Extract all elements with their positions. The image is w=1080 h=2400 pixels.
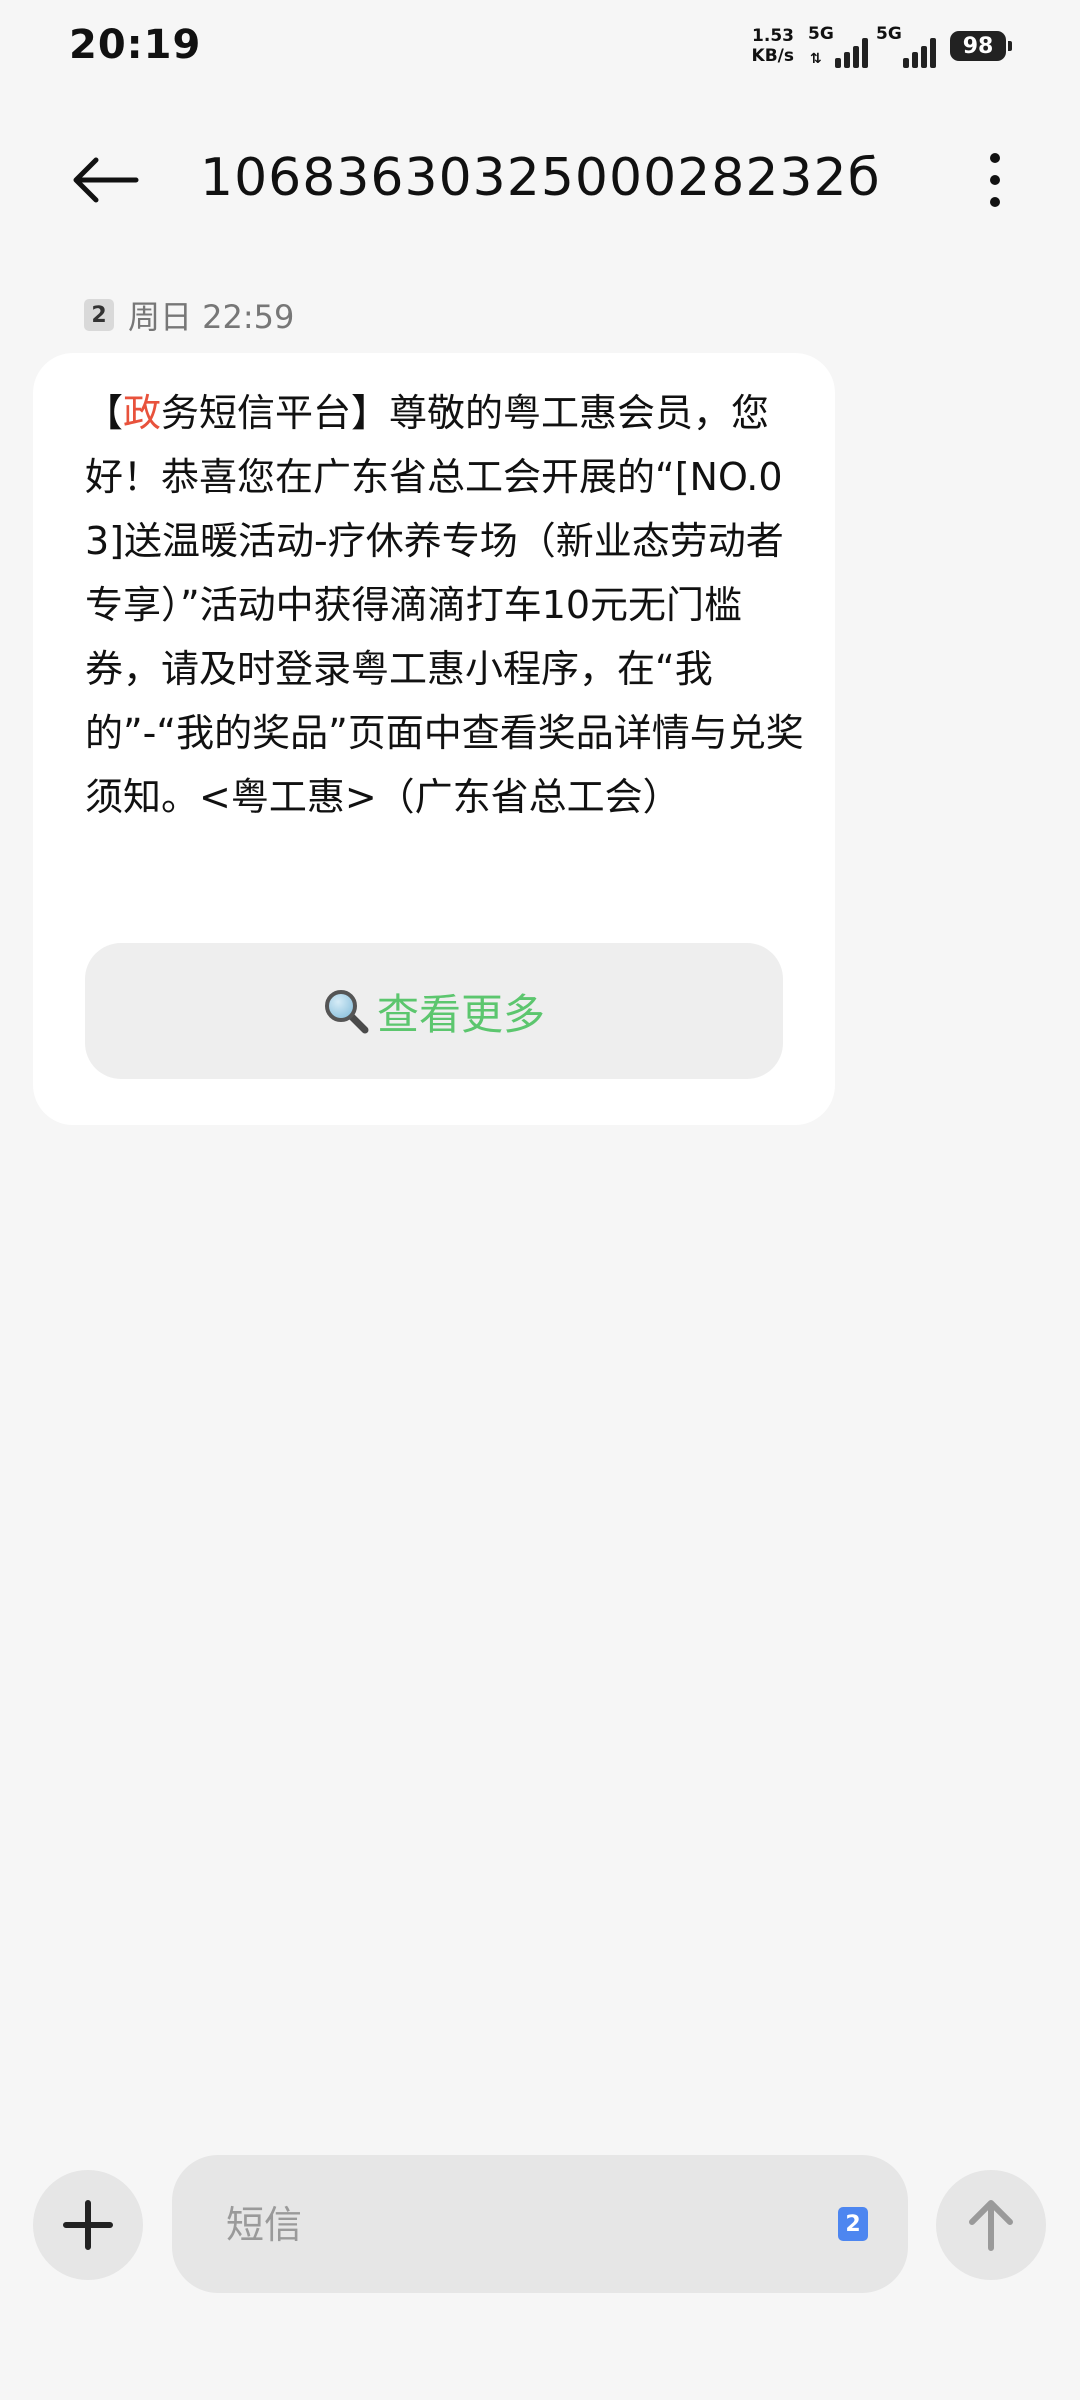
sim-switch-button[interactable]: 2 [838, 2207, 868, 2241]
network-speed-unit: KB/s [751, 46, 794, 66]
conversation-header: 1068363032500028232б [0, 130, 1080, 230]
message-timestamp: 周日 22:59 [128, 298, 295, 336]
message-bubble[interactable]: 【政务短信平台】尊敬的粤工惠会员，您好！恭喜您在广东省总工会开展的“[NO.03… [33, 353, 835, 1125]
sim2-network-label: 5G [876, 24, 902, 44]
view-more-label: 查看更多 [376, 989, 545, 1039]
sim-badge: 2 [84, 299, 114, 331]
plus-icon [63, 2200, 113, 2250]
status-bar: 20:19 1.53 KB/s 5G ⇅ 5G 98 [0, 0, 1080, 100]
message-meta: 2 周日 22:59 [84, 292, 294, 338]
magnifier-icon [324, 990, 369, 1034]
arrow-left-icon [73, 157, 139, 203]
sender-number: 1068363032500028232б [200, 148, 881, 208]
message-input-box[interactable]: 2 [172, 2155, 908, 2293]
message-body: 务短信平台】尊敬的粤工惠会员，您好！恭喜您在广东省总工会开展的“[NO.03]送… [85, 391, 804, 819]
back-button[interactable] [60, 140, 150, 220]
signal-sim1-icon: 5G ⇅ [808, 24, 868, 68]
more-options-button[interactable] [960, 140, 1030, 220]
message-bracket: 【 [85, 391, 124, 435]
view-more-button[interactable]: 查看更多 [85, 943, 783, 1079]
battery-icon: 98 [950, 31, 1012, 61]
status-indicators: 1.53 KB/s 5G ⇅ 5G 98 [752, 24, 1012, 68]
message-highlight: 政 [123, 391, 162, 435]
send-button[interactable] [936, 2170, 1046, 2280]
sim1-network-label: 5G [808, 24, 834, 44]
signal-sim2-icon: 5G [876, 24, 936, 68]
network-speed: 1.53 KB/s [752, 26, 794, 66]
composer-bar: 2 [0, 2155, 1080, 2295]
message-text: 【政务短信平台】尊敬的粤工惠会员，您好！恭喜您在广东省总工会开展的“[NO.03… [85, 381, 805, 829]
status-time: 20:19 [69, 22, 202, 68]
more-vertical-icon [990, 153, 1000, 207]
arrow-up-icon [969, 2200, 1013, 2251]
add-attachment-button[interactable] [33, 2170, 143, 2280]
data-activity-icon: ⇅ [810, 51, 822, 67]
network-speed-value: 1.53 [752, 26, 794, 46]
message-input[interactable] [224, 2189, 788, 2261]
